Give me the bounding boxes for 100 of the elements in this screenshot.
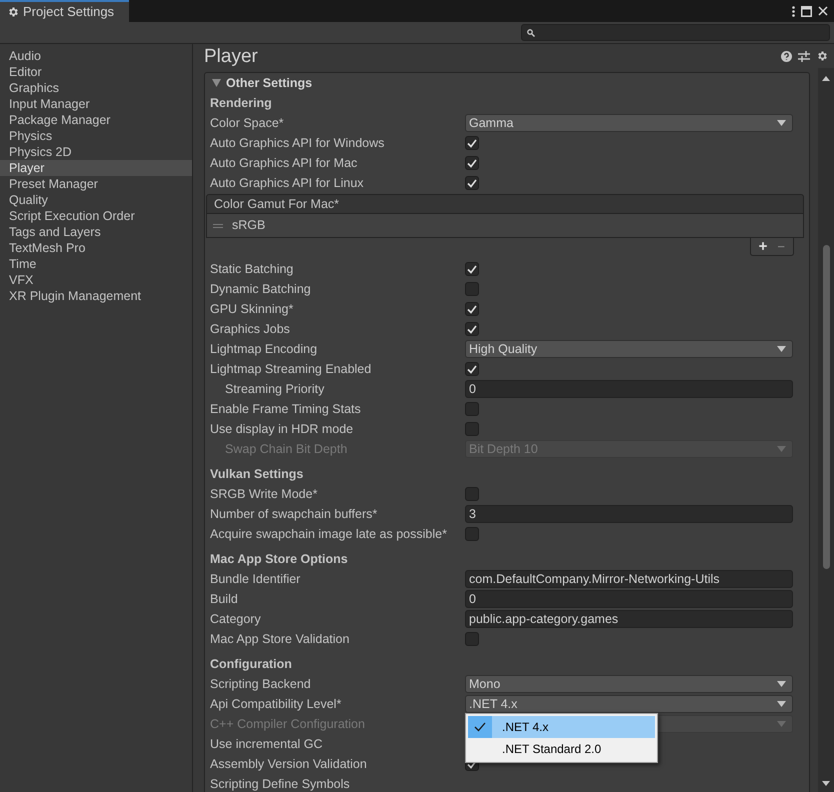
field-label: Bundle Identifier [210, 570, 302, 588]
checkbox[interactable] [465, 487, 479, 501]
checkbox[interactable] [465, 176, 479, 190]
caret-icon [777, 446, 786, 452]
field-label: Graphics Jobs [210, 320, 291, 338]
menu-item[interactable]: .NET Standard 2.0 [468, 738, 655, 760]
checkmark-icon [467, 364, 477, 374]
sidebar-item[interactable]: Package Manager [0, 112, 192, 128]
scroll-up-icon[interactable] [822, 76, 830, 81]
more-icon[interactable] [792, 6, 795, 16]
checkbox[interactable] [465, 422, 479, 436]
list-item[interactable]: sRGB [206, 214, 804, 238]
sidebar-item[interactable]: Preset Manager [0, 176, 192, 192]
field-label: Number of swapchain buffers* [210, 506, 378, 523]
sidebar-item[interactable]: Graphics [0, 80, 192, 96]
field-label: Swap Chain Bit Depth [224, 440, 348, 458]
sidebar-item[interactable]: Input Manager [0, 96, 192, 112]
section-heading: Mac App Store Options [210, 550, 348, 568]
field-label: Scripting Backend [210, 676, 312, 693]
close-icon[interactable] [818, 6, 828, 16]
maximize-icon[interactable] [801, 6, 812, 16]
scroll-down-icon[interactable] [822, 781, 830, 786]
text-field[interactable]: 0 [465, 590, 793, 608]
checkbox[interactable] [465, 402, 479, 416]
checkmark-icon [467, 304, 477, 314]
menu-item[interactable]: .NET 4.x [468, 716, 655, 738]
panel-title: Player [204, 46, 258, 66]
caret-icon [777, 721, 786, 727]
checkbox[interactable] [465, 136, 479, 150]
dropdown[interactable]: High Quality [465, 340, 793, 358]
field-label: Acquire swapchain image late as possible* [210, 526, 448, 543]
checkbox[interactable] [465, 282, 479, 296]
caret-icon [777, 120, 786, 126]
sidebar-item[interactable]: Physics [0, 128, 192, 144]
checkmark-icon [467, 158, 477, 168]
field-label: Auto Graphics API for Linux [210, 174, 365, 192]
caret-icon [777, 681, 786, 687]
checkbox[interactable] [465, 527, 479, 541]
drag-handle-icon[interactable] [213, 224, 223, 228]
text-field[interactable]: public.app-category.games [465, 610, 793, 628]
checkbox[interactable] [465, 302, 479, 316]
field-label: Lightmap Streaming Enabled [210, 360, 372, 378]
sidebar-item[interactable]: VFX [0, 272, 192, 288]
dropdown[interactable]: .NET 4.x [465, 695, 793, 713]
sidebar-item[interactable]: Player [0, 160, 192, 176]
sidebar-item[interactable]: TextMesh Pro [0, 240, 192, 256]
sidebar-item[interactable]: XR Plugin Management [0, 288, 192, 304]
field-label: Api Compatibility Level* [210, 696, 342, 713]
scroll-thumb[interactable] [822, 245, 830, 569]
sidebar-item[interactable]: Tags and Layers [0, 224, 192, 240]
foldout-arrow-icon [212, 79, 221, 87]
text-field[interactable]: 0 [465, 380, 793, 398]
search-icon [527, 28, 535, 36]
section-heading: Configuration [210, 656, 292, 673]
checkmark-icon [467, 264, 477, 274]
sidebar-item[interactable]: Physics 2D [0, 144, 192, 160]
sidebar-item[interactable]: Quality [0, 192, 192, 208]
dropdown[interactable]: Gamma [465, 114, 793, 132]
field-label: GPU Skinning* [210, 300, 294, 318]
sidebar-item[interactable]: Time [0, 256, 192, 272]
section-toggle[interactable]: Other Settings [210, 74, 312, 92]
checkbox[interactable] [465, 262, 479, 276]
field-label: Build [210, 590, 239, 608]
add-button[interactable]: + [758, 239, 768, 254]
checkmark-icon [467, 178, 477, 188]
field-label: Use incremental GC [210, 736, 324, 753]
checkmark-icon [474, 722, 486, 732]
list-header: Color Gamut For Mac* [206, 194, 804, 214]
text-field[interactable]: 3 [465, 505, 793, 523]
field-label: Assembly Version Validation [210, 756, 368, 773]
field-label: Color Space* [210, 114, 285, 132]
field-label: Auto Graphics API for Mac [210, 154, 358, 172]
sidebar-item[interactable]: Script Execution Order [0, 208, 192, 224]
checkbox[interactable] [465, 632, 479, 646]
settings-icon[interactable] [816, 50, 828, 62]
sliders-icon[interactable] [798, 50, 810, 62]
window-tab[interactable]: Project Settings [0, 0, 129, 22]
settings-icon[interactable] [7, 6, 19, 18]
sidebar-item[interactable]: Audio [0, 48, 192, 64]
search-field[interactable] [521, 24, 830, 41]
scrollbar[interactable] [818, 68, 834, 792]
field-label: C++ Compiler Configuration [210, 716, 366, 733]
field-label: Dynamic Batching [210, 280, 312, 298]
field-label: Static Batching [210, 260, 294, 278]
field-label: Use display in HDR mode [210, 420, 354, 438]
checkbox[interactable] [465, 156, 479, 170]
checkmark-icon [467, 324, 477, 334]
field-label: Mac App Store Validation [210, 630, 350, 648]
checkbox[interactable] [465, 322, 479, 336]
dropdown[interactable]: Mono [465, 675, 793, 693]
field-label: SRGB Write Mode* [210, 486, 318, 503]
field-label: Category [210, 610, 262, 628]
field-label: Enable Frame Timing Stats [210, 400, 362, 418]
caret-icon [777, 701, 786, 707]
checkbox[interactable] [465, 362, 479, 376]
section-heading: Vulkan Settings [210, 466, 304, 483]
help-icon[interactable] [781, 50, 792, 62]
section-heading: Rendering [210, 94, 272, 112]
text-field[interactable]: com.DefaultCompany.Mirror-Networking-Utils [465, 570, 793, 588]
sidebar-item[interactable]: Editor [0, 64, 192, 80]
